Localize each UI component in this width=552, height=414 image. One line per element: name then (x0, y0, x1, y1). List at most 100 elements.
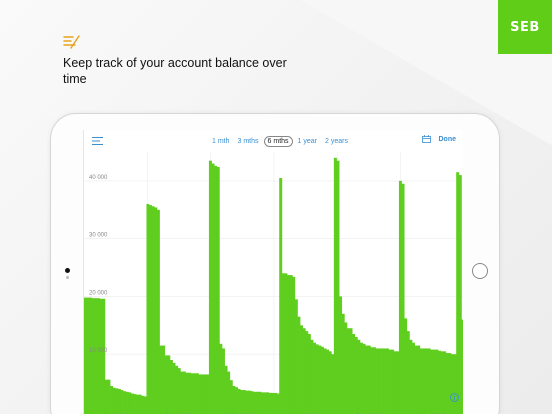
balance-bar (162, 345, 166, 414)
balance-bar (128, 392, 132, 414)
balance-bar (250, 391, 254, 414)
balance-bar (271, 392, 275, 414)
toolbar-actions: Done (421, 135, 457, 143)
balance-bar (154, 207, 158, 414)
balance-bar (359, 342, 363, 414)
period-1-year[interactable]: 1 year (295, 136, 320, 147)
balance-bar (281, 273, 285, 414)
balance-bar (417, 345, 421, 414)
balance-bar (307, 334, 311, 414)
balance-bar (274, 392, 277, 414)
balance-bar (349, 328, 353, 414)
balance-bar (352, 334, 356, 414)
balance-bar (193, 373, 197, 414)
balance-bar (419, 348, 423, 414)
balance-bar (188, 372, 192, 414)
balance-bar (123, 391, 127, 414)
balance-bar (375, 348, 379, 414)
balance-bar (409, 339, 413, 414)
balance-bar (461, 319, 463, 414)
balance-bar (159, 345, 163, 414)
balance-bar (339, 296, 343, 414)
balance-bar (110, 386, 114, 414)
balance-bar (294, 299, 298, 414)
done-button[interactable]: Done (439, 136, 457, 143)
balance-bar (401, 183, 405, 414)
promo-headline: Keep track of your account balance over … (63, 56, 287, 86)
balance-bar (99, 298, 103, 414)
balance-bar (279, 178, 283, 414)
balance-bar (208, 160, 212, 414)
period-3-months[interactable]: 3 mths (235, 136, 262, 147)
balance-bar (310, 339, 314, 414)
balance-bar (203, 374, 207, 414)
balance-bar (232, 386, 236, 414)
balance-bar (302, 328, 306, 414)
balance-bar (224, 365, 228, 414)
balance-bar (333, 157, 337, 414)
calendar-icon[interactable] (421, 135, 431, 143)
balance-bar (198, 374, 202, 414)
balance-bar (448, 353, 452, 414)
balance-bar (422, 348, 426, 414)
balance-bar (255, 391, 259, 414)
balance-bar (84, 297, 87, 414)
balance-bar (385, 348, 389, 414)
front-camera (65, 268, 70, 273)
balance-bar (258, 391, 262, 414)
balance-bar (169, 360, 173, 414)
balance-bar (120, 390, 124, 414)
balance-bar (211, 163, 215, 414)
sensor (66, 276, 69, 279)
menu-icon[interactable] (92, 136, 103, 146)
balance-bar (97, 298, 101, 414)
balance-bar (320, 346, 324, 414)
balance-bar (313, 342, 317, 414)
info-icon[interactable] (450, 393, 459, 402)
balance-bar (86, 297, 90, 414)
balance-bar (365, 345, 369, 414)
balance-bar (240, 390, 244, 414)
balance-bar (149, 205, 153, 414)
balance-bar (357, 339, 361, 414)
balance-bar (276, 393, 280, 414)
balance-bar (214, 165, 218, 414)
balance-bar (182, 371, 186, 414)
balance-bar (167, 355, 171, 414)
balance-bar (297, 316, 301, 414)
balance-bar (292, 276, 296, 414)
balance-bar (263, 392, 267, 414)
balance-bar (437, 350, 441, 414)
balance-bar (450, 354, 454, 414)
balance-bar (318, 345, 322, 414)
balance-bar (300, 325, 304, 414)
balance-bar (229, 380, 233, 414)
balance-bar (336, 160, 340, 414)
balance-bar (430, 349, 434, 414)
balance-bar (219, 343, 223, 414)
balance-bar (346, 328, 350, 414)
balance-bar (237, 388, 241, 414)
balance-bar (227, 371, 231, 414)
balance-bar (206, 374, 210, 414)
balance-bar (138, 394, 142, 414)
period-2-years[interactable]: 2 years (322, 136, 351, 147)
period-1-month[interactable]: 1 mth (209, 136, 233, 147)
balance-bar (234, 387, 238, 414)
balance-bar (94, 298, 98, 414)
period-6-months[interactable]: 6 mths (263, 135, 293, 147)
balance-bar (378, 348, 382, 414)
period-selector: 1 mth 3 mths 6 mths 1 year 2 years (209, 135, 351, 147)
balance-bar (383, 348, 387, 414)
balance-bar (190, 373, 194, 414)
balance-bar (354, 336, 358, 414)
balance-bar (370, 347, 374, 414)
home-button[interactable] (472, 263, 488, 279)
balance-bar (245, 390, 249, 414)
balance-bar (136, 394, 140, 414)
seb-logo: SEB (498, 0, 552, 54)
balance-bar (424, 348, 428, 414)
balance-bar (102, 298, 106, 414)
balance-bar (107, 379, 111, 414)
balance-bar (427, 348, 431, 414)
